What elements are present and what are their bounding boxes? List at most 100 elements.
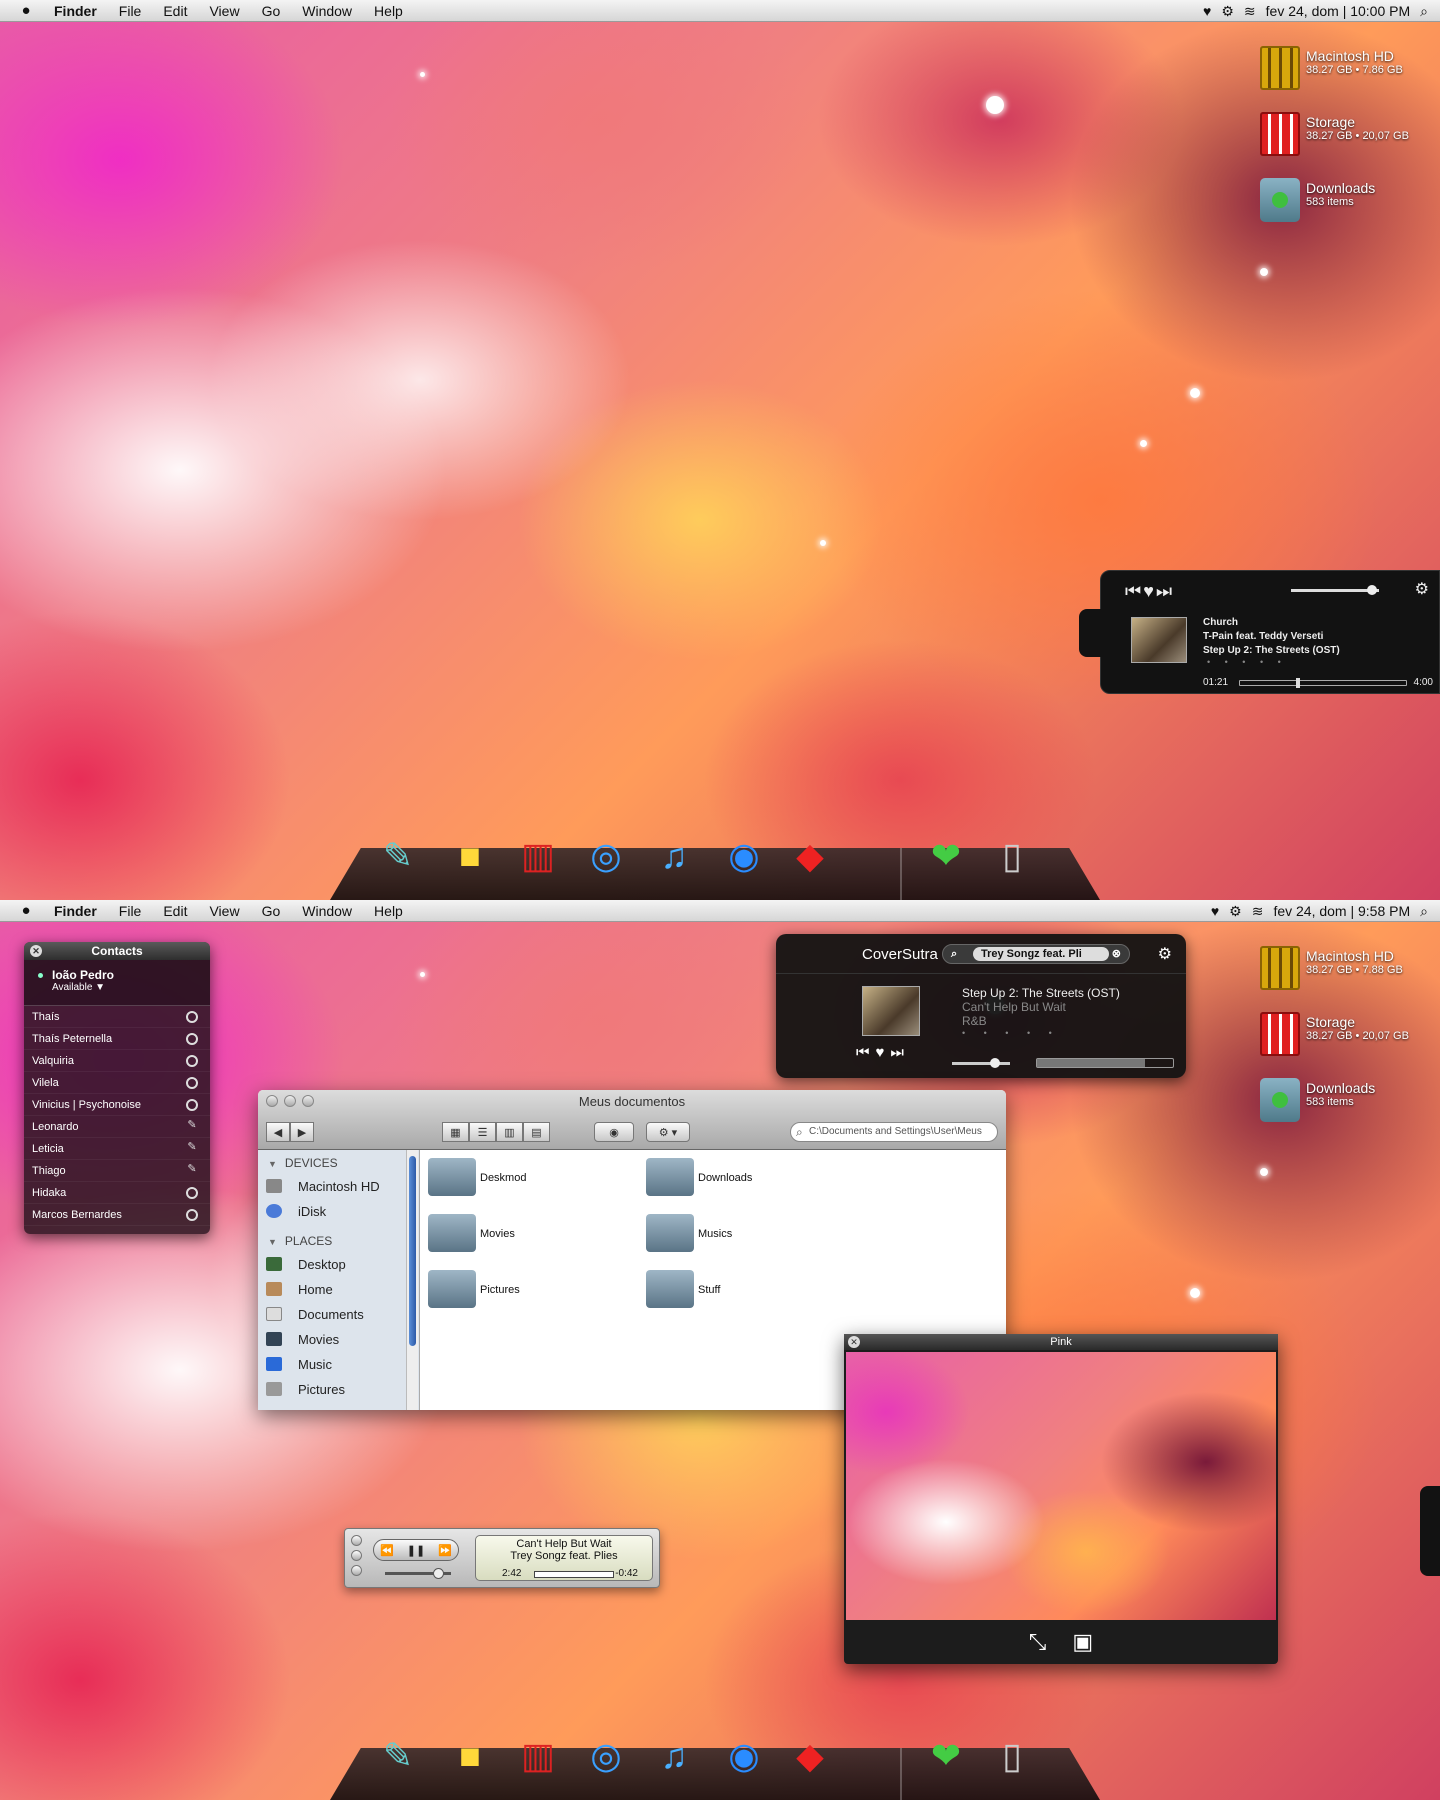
gear-icon[interactable]: ⚙ [1158,944,1172,964]
minimize-button[interactable] [351,1550,362,1561]
clear-search-icon[interactable]: ⊗ [1112,945,1121,963]
sidebar-item-documents[interactable]: Documents [258,1302,419,1327]
list-view-button[interactable]: ☰ [469,1122,496,1142]
close-icon[interactable]: ✕ [30,945,42,957]
contact-row[interactable]: Hidaka [24,1182,210,1204]
next-icon[interactable]: ⏭ [1156,581,1174,601]
desktop-icon-macintosh-hd[interactable]: Macintosh HD 38.27 GB • 7.86 GB [1260,42,1430,98]
contact-row[interactable]: Thiago ✎ [24,1160,210,1182]
menu-go[interactable]: Go [262,903,281,919]
menu-file[interactable]: File [119,903,142,919]
contact-row[interactable]: Thaís [24,1006,210,1028]
back-button[interactable]: ◀ [266,1122,290,1142]
rating-stars[interactable]: • • • • • [962,1028,1060,1038]
fullscreen-icon[interactable]: ⤡ [1029,1629,1047,1655]
sidebar-item-desktop[interactable]: Desktop [258,1252,419,1277]
gear-icon[interactable]: ⚙ [1229,903,1242,920]
contact-row[interactable]: Marcos Bernardes [24,1204,210,1226]
menu-edit[interactable]: Edit [163,903,187,919]
contacts-title-bar[interactable]: ✕ Contacts [24,942,210,960]
volume-slider[interactable] [1291,585,1379,595]
desktop-icon-macintosh-hd[interactable]: Macintosh HD 38.27 GB • 7.88 GB [1260,942,1430,998]
notes-app-icon[interactable]: ■ [442,1728,498,1784]
sidebar-item-idisk[interactable]: iDisk [258,1199,419,1224]
contact-row[interactable]: Vilela [24,1072,210,1094]
player-drawer-tab[interactable] [1420,1486,1440,1576]
previous-icon[interactable]: ⏮ [1125,581,1143,601]
menu-help[interactable]: Help [374,903,403,919]
progress-bar[interactable] [1239,678,1407,688]
itunes-app-icon[interactable]: ♫ [646,828,702,884]
menu-view[interactable]: View [209,903,239,919]
close-icon[interactable]: ✕ [848,1336,860,1348]
sidebar-item-movies[interactable]: Movies [258,1327,419,1352]
desktop-icon-downloads[interactable]: Downloads 583 items [1260,1074,1430,1130]
contact-row[interactable]: Vinicius | Psychonoise [24,1094,210,1116]
sidebar-item-pictures[interactable]: Pictures [258,1377,419,1402]
sidebar-item-music[interactable]: Music [258,1352,419,1377]
contact-row[interactable]: Valquiria [24,1050,210,1072]
search-field[interactable]: C:\Documents and Settings\User\Meus [790,1122,998,1142]
volume-slider[interactable] [385,1568,451,1579]
status-dropdown[interactable]: Available ▼ [52,982,105,993]
heart-icon[interactable]: ♥ [1211,903,1219,919]
coverflow-view-button[interactable]: ▤ [523,1122,550,1142]
apple-menu-icon[interactable]: ● [16,902,36,919]
quicklook-button[interactable]: ◉ [594,1122,634,1142]
desktop-icon-storage[interactable]: Storage 38.27 GB • 20,07 GB [1260,108,1430,164]
apple-menu-icon[interactable]: ● [16,2,36,19]
progress-bar[interactable] [1036,1058,1174,1068]
quill-app-icon[interactable]: ✎ [370,828,426,884]
ichat-app-icon[interactable]: ◉ [716,828,772,884]
spotlight-icon[interactable]: ⌕ [1420,3,1428,20]
photobooth-app-icon[interactable]: ▥ [510,1728,566,1784]
menu-go[interactable]: Go [262,3,281,19]
photobooth-app-icon[interactable]: ▥ [510,828,566,884]
safari-app-icon[interactable]: ◎ [578,828,634,884]
sidebar-section-devices[interactable]: DEVICES [258,1150,419,1174]
heart-icon[interactable]: ♥ [876,1044,891,1061]
column-view-button[interactable]: ▥ [496,1122,523,1142]
player-drawer-tab[interactable] [1079,609,1103,657]
wifi-icon[interactable]: ≋ [1244,3,1256,20]
itunes-app-icon[interactable]: ♫ [646,1728,702,1784]
action-menu-button[interactable]: ⚙ ▾ [646,1122,690,1142]
sidebar-scrollbar[interactable] [406,1150,418,1410]
previous-icon[interactable]: ⏮ [856,1044,876,1061]
folder-item[interactable]: Deskmod [428,1156,628,1204]
menu-view[interactable]: View [209,3,239,19]
forward-button[interactable]: ▶ [290,1122,314,1142]
next-icon[interactable]: ⏩ [438,1544,452,1557]
desktop-icon-downloads[interactable]: Downloads 583 items [1260,174,1430,230]
menu-edit[interactable]: Edit [163,3,187,19]
desktop-icon-storage[interactable]: Storage 38.27 GB • 20,07 GB [1260,1008,1430,1064]
menu-window[interactable]: Window [302,3,352,19]
coversutra-app-icon[interactable]: ❤ [918,828,974,884]
menu-help[interactable]: Help [374,3,403,19]
progress-bar[interactable] [534,1571,614,1578]
menu-clock[interactable]: fev 24, dom | 9:58 PM [1273,903,1410,919]
trash-icon[interactable]: ▯ [984,828,1040,884]
wifi-icon[interactable]: ≋ [1252,903,1264,920]
progress-knob[interactable] [1296,678,1300,688]
heart-icon[interactable]: ♥ [1143,581,1156,601]
safari-app-icon[interactable]: ◎ [578,1728,634,1784]
notes-app-icon[interactable]: ■ [442,828,498,884]
volume-slider[interactable] [952,1058,1010,1068]
sidebar-item-macintosh-hd[interactable]: Macintosh HD [258,1174,419,1199]
ichat-app-icon[interactable]: ◉ [716,1728,772,1784]
add-to-iphoto-icon[interactable]: ▣ [1072,1629,1093,1655]
close-button[interactable] [351,1535,362,1546]
menu-window[interactable]: Window [302,903,352,919]
menu-clock[interactable]: fev 24, dom | 10:00 PM [1266,3,1411,19]
sidebar-section-places[interactable]: PLACES [258,1228,419,1252]
trash-icon[interactable]: ▯ [984,1728,1040,1784]
heart-icon[interactable]: ♥ [1203,3,1211,19]
icon-view-button[interactable]: ▦ [442,1122,469,1142]
coversutra-app-icon[interactable]: ❤ [918,1728,974,1784]
menu-app-name[interactable]: Finder [54,3,97,19]
folder-item[interactable]: Pictures [428,1268,628,1316]
contact-row[interactable]: Leonardo ✎ [24,1116,210,1138]
zoom-button[interactable] [351,1565,362,1576]
previous-icon[interactable]: ⏪ [380,1544,394,1557]
